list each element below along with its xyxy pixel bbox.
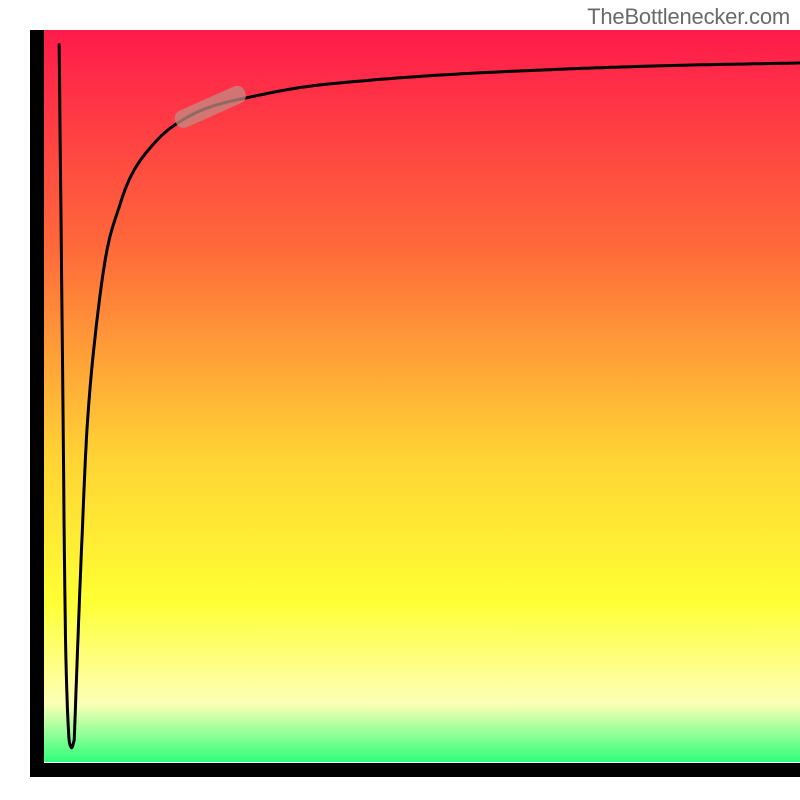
watermark-text: TheBottlenecker.com [587, 4, 790, 30]
chart-container: TheBottlenecker.com [0, 0, 800, 800]
bottleneck-chart [0, 0, 800, 800]
